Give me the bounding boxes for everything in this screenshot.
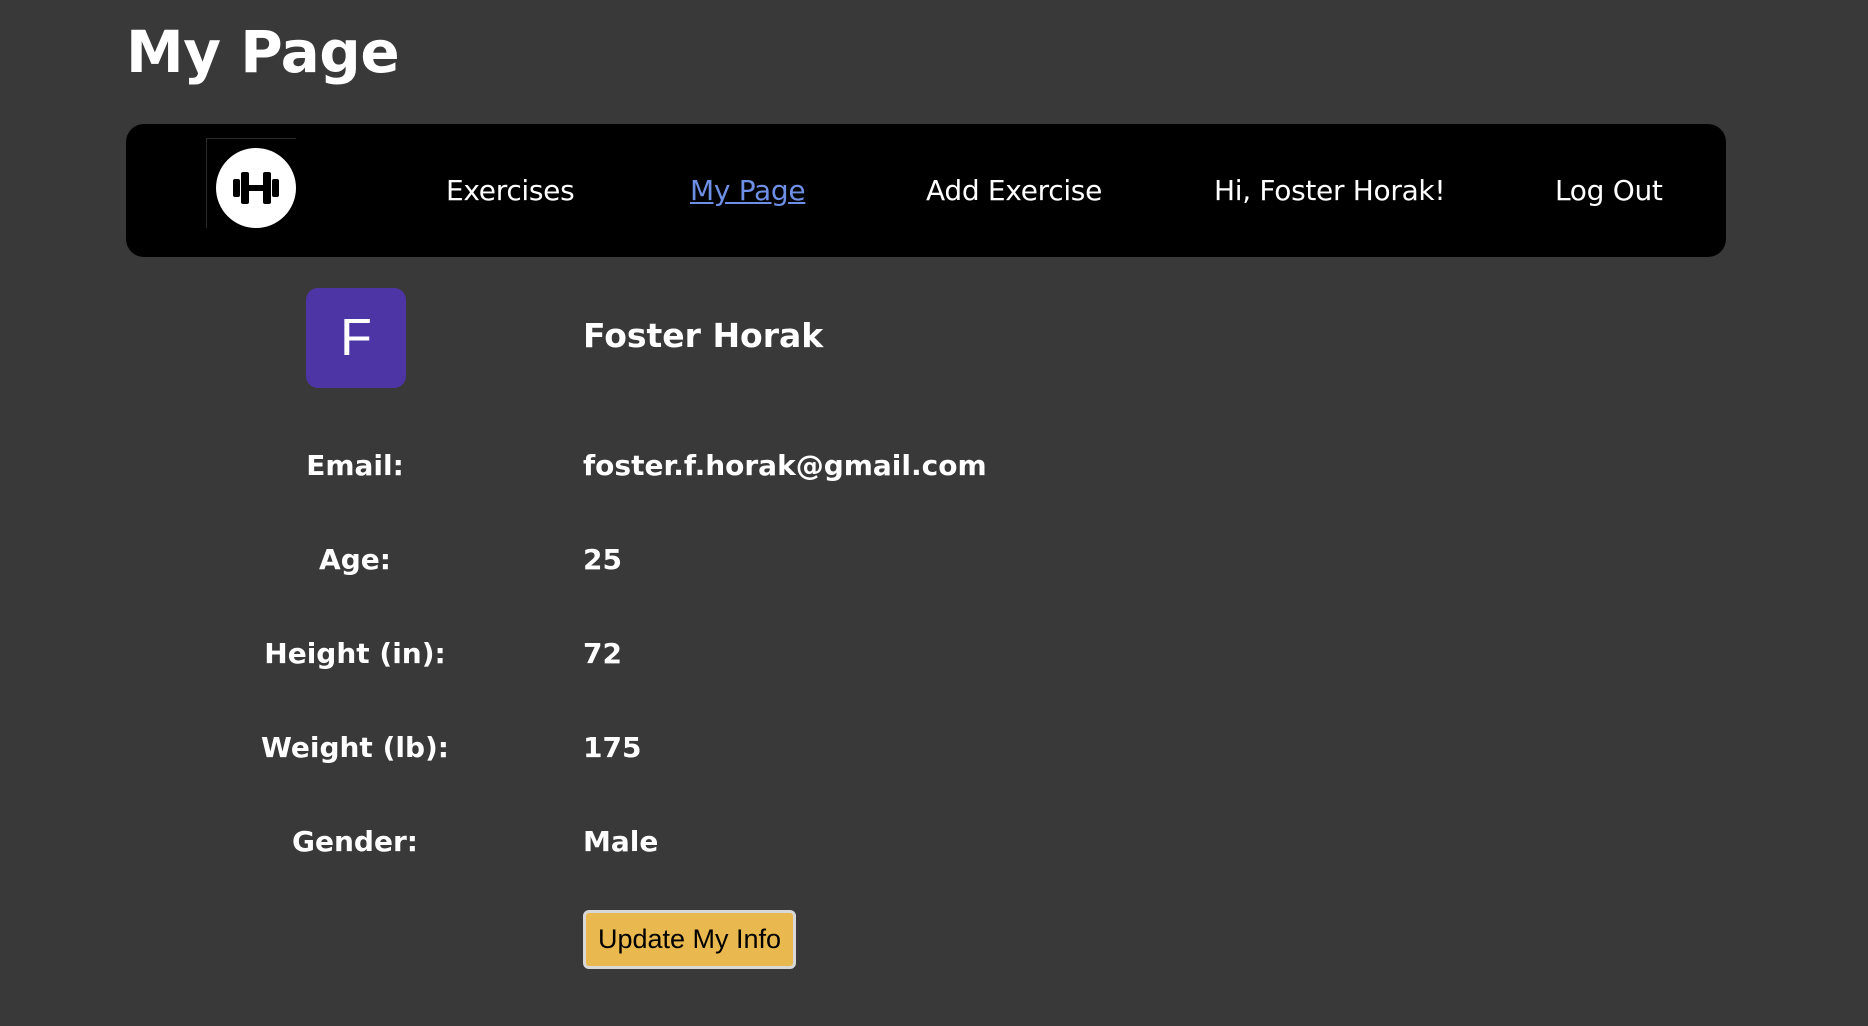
gender-label: Gender: <box>292 825 418 858</box>
dumbbell-icon[interactable] <box>216 148 296 228</box>
page-title: My Page <box>126 18 400 86</box>
weight-value: 175 <box>583 731 642 764</box>
weight-label: Weight (lb): <box>260 731 449 764</box>
nav-link-log-out[interactable]: Log Out <box>1555 174 1663 207</box>
avatar: F <box>306 288 406 388</box>
height-value: 72 <box>583 637 622 670</box>
nav-link-my-page[interactable]: My Page <box>690 174 806 207</box>
update-info-button[interactable]: Update My Info <box>583 910 796 969</box>
nav-link-add-exercise[interactable]: Add Exercise <box>926 174 1102 207</box>
nav-link-exercises[interactable]: Exercises <box>446 174 575 207</box>
age-label: Age: <box>319 543 391 576</box>
gender-value: Male <box>583 825 659 858</box>
email-value: foster.f.horak@gmail.com <box>583 449 987 482</box>
email-label: Email: <box>306 449 404 482</box>
height-label: Height (in): <box>264 637 446 670</box>
nav-greeting: Hi, Foster Horak! <box>1214 174 1446 207</box>
profile-name: Foster Horak <box>583 316 824 355</box>
navbar: Exercises My Page Add Exercise Hi, Foste… <box>126 124 1726 257</box>
age-value: 25 <box>583 543 622 576</box>
